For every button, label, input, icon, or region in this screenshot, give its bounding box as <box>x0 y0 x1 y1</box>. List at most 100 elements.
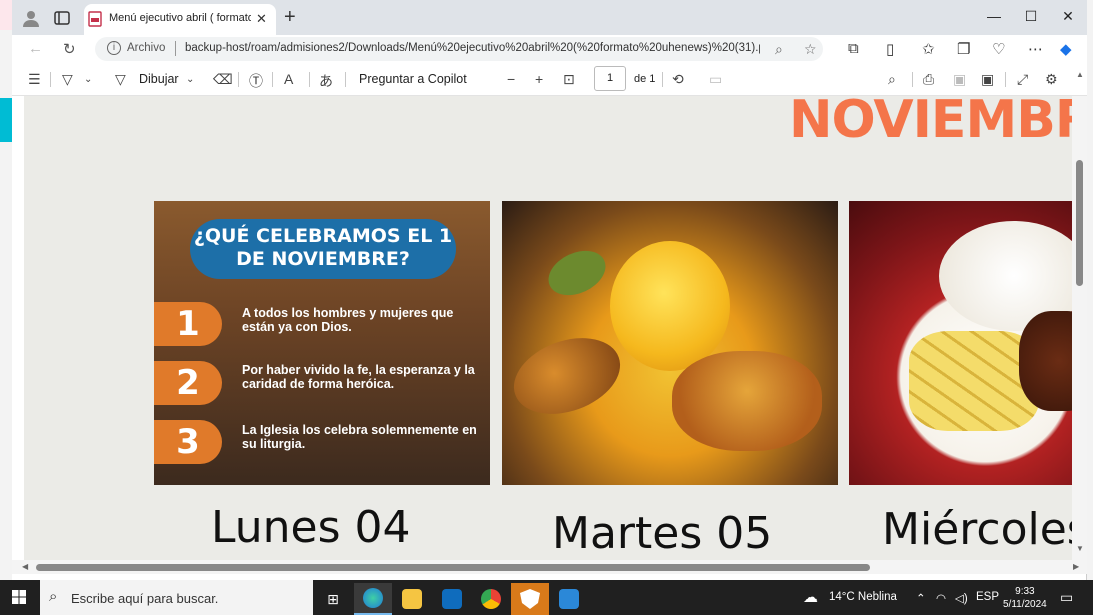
month-heading: NOVIEMBR <box>789 96 1072 150</box>
draw-dropdown-icon[interactable]: ⌄ <box>186 74 194 85</box>
favorite-star-icon[interactable]: ☆ <box>804 41 817 58</box>
notifications-icon[interactable]: ▭ <box>1060 589 1073 606</box>
page-view-icon[interactable]: ▭ <box>709 71 722 88</box>
text-box-icon[interactable]: Ⓣ <box>249 71 263 91</box>
network-icon[interactable]: ◠ <box>936 591 946 605</box>
save-as-icon[interactable]: ▣ <box>981 71 994 88</box>
minimize-button[interactable]: — <box>984 8 1004 24</box>
toolbar-divider <box>238 72 239 87</box>
contents-icon[interactable]: ☰ <box>28 71 41 88</box>
fried-plantain <box>503 324 631 428</box>
vertical-scrollbar[interactable]: ▲ ▼ <box>1072 70 1087 560</box>
remote-desktop-icon[interactable] <box>550 583 588 615</box>
print-icon[interactable]: ⎙ <box>923 71 934 88</box>
toolbar-divider <box>272 72 273 87</box>
maximize-button[interactable]: ☐ <box>1021 8 1041 25</box>
new-tab-button[interactable]: + <box>284 6 296 29</box>
pdf-file-icon <box>88 11 102 27</box>
rice-mound <box>610 241 730 371</box>
tab-actions-icon[interactable] <box>54 10 70 26</box>
save-icon[interactable]: ▣ <box>953 71 966 88</box>
weather-text[interactable]: 14°C Neblina <box>829 591 897 603</box>
chicken-stew <box>672 351 822 451</box>
security-shield-icon[interactable] <box>511 583 549 615</box>
background-app-accent <box>0 98 12 142</box>
split-screen-icon[interactable]: ▯ <box>886 40 894 58</box>
url-box[interactable]: i Archivo backup-host/roam/admisiones2/D… <box>95 37 823 61</box>
clock-date: 5/11/2024 <box>1003 599 1047 610</box>
scroll-up-arrow-icon[interactable]: ▲ <box>1076 70 1084 79</box>
info-icon[interactable]: i <box>107 41 121 55</box>
url-scheme-label: Archivo <box>127 42 166 54</box>
day-label: Lunes 04 <box>211 502 411 553</box>
search-placeholder: Escribe aquí para buscar. <box>71 591 219 606</box>
read-aloud-icon[interactable]: A <box>284 71 293 87</box>
browser-window: Menú ejecutivo abril ( formato uhenews) … <box>12 0 1087 580</box>
beef-strips <box>1019 311 1072 411</box>
copilot-icon[interactable]: ◆ <box>1060 40 1072 58</box>
pdf-viewport[interactable]: NOVIEMBR ¿QUÉ CELEBRAMOS EL 1 DE NOVIEMB… <box>24 96 1072 560</box>
scroll-right-arrow-icon[interactable]: ▶ <box>1073 562 1079 571</box>
scroll-left-arrow-icon[interactable]: ◀ <box>22 562 28 571</box>
outlook-icon[interactable] <box>433 583 471 615</box>
highlight-icon[interactable]: ▽ <box>62 71 73 88</box>
eraser-icon[interactable]: ⌫ <box>213 71 233 88</box>
toolbar-divider <box>309 72 310 87</box>
highlight-dropdown-icon[interactable]: ⌄ <box>84 74 92 85</box>
file-explorer-icon[interactable] <box>393 583 431 615</box>
system-clock[interactable]: 9:33 5/11/2024 <box>1003 585 1047 611</box>
yellow-rice-dish-image <box>502 201 838 485</box>
edge-app-icon[interactable] <box>354 583 392 615</box>
windows-start-icon[interactable] <box>12 590 26 604</box>
pdf-page: NOVIEMBR ¿QUÉ CELEBRAMOS EL 1 DE NOVIEMB… <box>24 96 1072 560</box>
page-number-input[interactable]: 1 <box>594 66 626 91</box>
url-text[interactable]: backup-host/roam/admisiones2/Downloads/M… <box>185 42 760 54</box>
horizontal-scrollbar[interactable]: ◀ ▶ <box>12 560 1087 574</box>
draw-button[interactable]: Dibujar <box>139 72 179 86</box>
horizontal-scroll-thumb[interactable] <box>36 564 870 571</box>
volume-icon[interactable]: ◁) <box>955 591 968 605</box>
back-icon[interactable]: ← <box>28 40 43 57</box>
profile-icon[interactable] <box>22 9 40 27</box>
favorites-icon[interactable]: ✩ <box>922 40 935 58</box>
chrome-icon[interactable] <box>472 583 510 615</box>
point-number: 3 <box>154 420 222 464</box>
fit-page-icon[interactable]: ⊡ <box>563 71 575 88</box>
weather-cloud-icon[interactable]: ☁ <box>803 588 818 606</box>
extensions-icon[interactable]: ⧉ <box>848 40 859 57</box>
tab-title[interactable]: Menú ejecutivo abril ( formato uhenews) … <box>109 12 251 24</box>
show-hidden-icons-icon[interactable]: ⌃ <box>916 591 926 605</box>
settings-gear-icon[interactable]: ⚙ <box>1045 71 1058 88</box>
lomo-saltado-dish-image <box>849 201 1072 485</box>
day-label: Miércoles <box>882 504 1072 555</box>
point-text: La Iglesia los celebra solemnemente en s… <box>242 423 477 451</box>
question-text: ¿QUÉ CELEBRAMOS EL 1 DE NOVIEMBRE? <box>193 225 453 270</box>
zoom-out-icon[interactable]: − <box>507 71 515 87</box>
toolbar-divider <box>1005 72 1006 87</box>
more-options-icon[interactable]: ⋯ <box>1028 40 1043 58</box>
zoom-in-icon[interactable]: + <box>535 71 543 87</box>
toolbar-divider <box>50 72 51 87</box>
collections-icon[interactable]: ❐ <box>957 40 970 58</box>
zoom-icon[interactable]: ⌕ <box>775 41 783 58</box>
translate-icon[interactable]: あ <box>319 71 333 91</box>
scroll-down-arrow-icon[interactable]: ▼ <box>1076 544 1084 553</box>
taskbar-search-box[interactable]: ⌕ Escribe aquí para buscar. <box>40 580 313 615</box>
ask-copilot-button[interactable]: Preguntar a Copilot <box>359 72 467 86</box>
task-view-icon[interactable]: ⊞ <box>314 583 352 615</box>
url-divider <box>175 41 176 56</box>
fullscreen-icon[interactable]: ⤢ <box>1017 71 1028 88</box>
refresh-icon[interactable]: ↻ <box>63 40 76 58</box>
draw-icon[interactable]: ▽ <box>115 71 126 88</box>
point-number: 2 <box>154 361 222 405</box>
day-label: Martes 05 <box>552 508 773 559</box>
vertical-scroll-thumb[interactable] <box>1076 160 1083 286</box>
input-language[interactable]: ESP <box>976 591 999 603</box>
search-icon[interactable]: ⌕ <box>888 71 896 88</box>
close-window-button[interactable]: ✕ <box>1058 8 1078 25</box>
title-bar: Menú ejecutivo abril ( formato uhenews) … <box>12 0 1087 35</box>
rotate-icon[interactable]: ⟲ <box>672 71 684 88</box>
tab-close-button[interactable]: ✕ <box>256 11 267 27</box>
background-app-edge <box>0 0 12 30</box>
browser-essentials-icon[interactable]: ♡ <box>992 40 1005 58</box>
